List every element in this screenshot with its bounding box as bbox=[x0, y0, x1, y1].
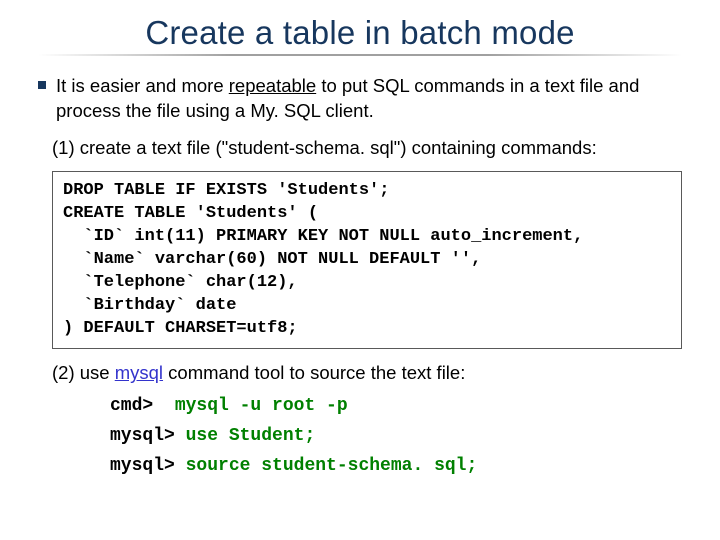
sql-code-block: DROP TABLE IF EXISTS 'Students'; CREATE … bbox=[52, 171, 682, 350]
cmd1-prompt: cmd> bbox=[110, 396, 175, 416]
mysql-link: mysql bbox=[115, 362, 163, 383]
cmd3-body: source student-schema. sql; bbox=[186, 456, 478, 476]
step2-pre: (2) use bbox=[52, 362, 115, 383]
slide-title: Create a table in batch mode bbox=[38, 14, 682, 52]
cmd2-prompt: mysql> bbox=[110, 426, 186, 446]
step1-text: (1) create a text file ("student-schema.… bbox=[52, 136, 682, 161]
cmd1-body: mysql -u root -p bbox=[175, 396, 348, 416]
step2-post: command tool to source the text file: bbox=[163, 362, 465, 383]
intro-bullet: It is easier and more repeatable to put … bbox=[38, 74, 682, 124]
cmd-line-3: mysql> source student-schema. sql; bbox=[110, 456, 682, 476]
slide: Create a table in batch mode It is easie… bbox=[0, 0, 720, 540]
intro-pre: It is easier and more bbox=[56, 75, 229, 96]
title-underline bbox=[38, 54, 682, 56]
bullet-icon bbox=[38, 81, 46, 89]
intro-emph: repeatable bbox=[229, 75, 316, 96]
intro-paragraph: It is easier and more repeatable to put … bbox=[56, 74, 682, 124]
cmd2-body: use Student; bbox=[186, 426, 316, 446]
step2-text: (2) use mysql command tool to source the… bbox=[52, 361, 682, 386]
cmd3-prompt: mysql> bbox=[110, 456, 186, 476]
cmd-line-2: mysql> use Student; bbox=[110, 426, 682, 446]
cmd-line-1: cmd> mysql -u root -p bbox=[110, 396, 682, 416]
